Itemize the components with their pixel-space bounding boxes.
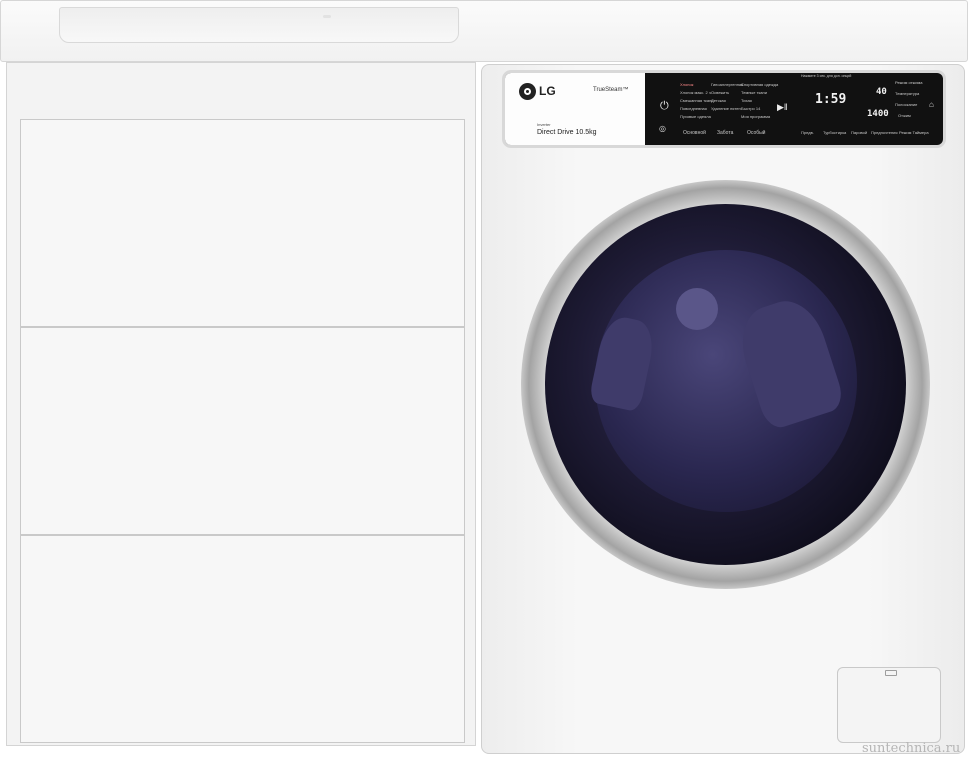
program-item[interactable]: Удаление пятен	[711, 107, 741, 111]
power-button[interactable]: ⏻	[660, 101, 669, 112]
option-button[interactable]: Режим Таймера	[899, 131, 929, 135]
program-item[interactable]: Тихая	[741, 99, 752, 103]
program-item[interactable]: Хлопок макс. 2 ч	[680, 91, 711, 95]
option-button[interactable]: Паровой	[851, 131, 867, 135]
start-pause-button[interactable]: ▶‖	[777, 103, 788, 112]
brand-area: LG TrueSteam™ Inverter Direct Drive 10.5…	[505, 73, 645, 145]
watermark: suntechnica.ru	[862, 741, 961, 756]
time-display: 1:59	[815, 92, 847, 107]
direct-drive-label: Direct Drive 10.5kg	[537, 129, 597, 136]
program-item[interactable]: Смешанная ткань	[680, 99, 713, 103]
drawer-bottom[interactable]	[20, 535, 465, 743]
program-item[interactable]: Быстро 14	[741, 107, 760, 111]
program-item[interactable]: Пуховые одеяла	[680, 115, 711, 119]
filter-notch	[885, 670, 897, 676]
option-button[interactable]: Предпочтения	[871, 131, 898, 135]
program-item[interactable]: Хлопок	[680, 83, 693, 87]
lg-logo-icon	[519, 83, 536, 100]
spin-display: 1400	[867, 109, 889, 119]
temperature-label[interactable]: Температура	[895, 92, 919, 96]
program-item[interactable]: Спортивная одежда	[741, 83, 778, 87]
temperature-display: 40	[876, 87, 887, 97]
inverter-label: Inverter	[537, 122, 551, 127]
program-item[interactable]: Освежить	[711, 91, 729, 95]
program-item[interactable]: Повседневная	[680, 107, 707, 111]
sink-drain	[323, 15, 331, 18]
spin-mode-label: Режим отжима	[895, 80, 923, 85]
option-button[interactable]: Предв.	[801, 131, 814, 135]
drawer-middle[interactable]	[20, 327, 465, 535]
program-item[interactable]: Моя программа	[741, 115, 770, 119]
program-item[interactable]: Детская	[711, 99, 726, 103]
option-button[interactable]: Турбостирка	[823, 131, 846, 135]
control-panel: LG TrueSteam™ Inverter Direct Drive 10.5…	[505, 73, 943, 145]
spin-label[interactable]: Отжим	[898, 114, 911, 118]
filter-cover[interactable]	[837, 667, 941, 743]
program-item[interactable]: Темные ткани	[741, 91, 767, 95]
brand-name: LG	[539, 84, 556, 98]
tab-care[interactable]: Забота	[717, 131, 733, 136]
drawer-top[interactable]	[20, 119, 465, 327]
sink-basin	[59, 7, 459, 43]
tab-special[interactable]: Особый	[747, 131, 765, 136]
countertop	[0, 0, 968, 62]
child-lock-icon[interactable]: ⌂	[929, 101, 934, 109]
drum-paddle-top	[676, 288, 718, 330]
truesteam-label: TrueSteam™	[593, 87, 629, 93]
tab-main[interactable]: Основной	[683, 131, 706, 136]
wifi-icon: ◎	[659, 124, 666, 133]
rinse-label[interactable]: Полоскание	[895, 103, 917, 107]
program-item[interactable]: Гипоаллергенная	[711, 83, 743, 87]
options-hint: Нажмите 3 сек. для доп. опций	[801, 74, 852, 78]
